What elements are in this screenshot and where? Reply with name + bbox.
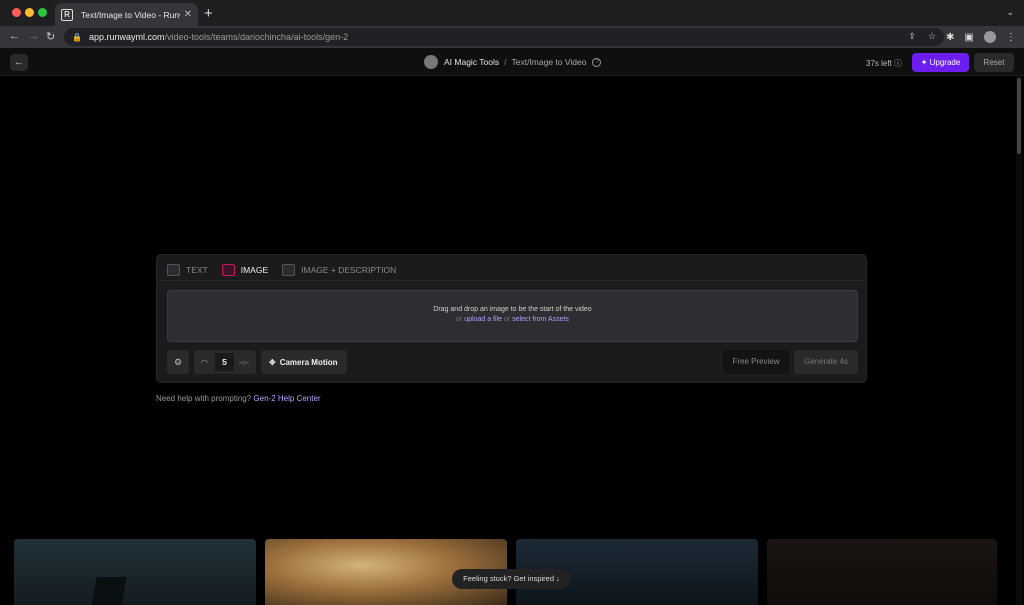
general-motion-control: ◠ 5 -○- [194,350,256,374]
breadcrumb-ai-magic-tools[interactable]: AI Magic Tools [444,57,499,67]
speedometer-icon[interactable]: ◠ [194,358,215,367]
generate-button[interactable]: Generate 4s [794,350,858,374]
breadcrumb-current: Text/Image to Video [511,57,587,67]
dropzone-or-2: or [503,316,511,323]
back-arrow-icon[interactable]: ← [9,30,20,42]
camera-motion-icon: ✥ [269,357,276,367]
get-inspired-button[interactable]: Feeling stuck? Get inspired ↓ [452,569,571,589]
motion-adjust-icon[interactable]: -○- [234,358,254,367]
bookmark-star-icon[interactable]: ☆ [928,31,936,42]
minimize-window-button[interactable] [25,8,34,17]
address-bar[interactable]: 🔒 app.runwayml.com/video-tools/teams/dar… [64,28,944,46]
mode-tabs: TEXT IMAGE IMAGE + DESCRIPTION [167,261,396,281]
tab-text-label: TEXT [186,265,208,275]
dropzone-links: or upload a file or select from Assets [168,316,857,323]
breadcrumb: AI Magic Tools / Text/Image to Video ? [424,55,602,69]
extensions-puzzle-icon[interactable]: ✱ [946,32,954,43]
camera-motion-label: Camera Motion [279,357,338,367]
inspiration-thumbnail[interactable] [14,539,256,605]
back-button[interactable]: ← [10,54,28,71]
share-icon[interactable]: ⇪ [908,31,916,42]
tab-image-label: IMAGE [240,264,269,275]
select-from-assets-link[interactable]: select from Assets [512,316,569,323]
url-path: /video-tools/teams/dariochincha/ai-tools… [164,32,349,42]
breadcrumb-separator: / [504,57,507,67]
text-mode-icon [167,264,180,276]
browser-menu-icon[interactable]: ⋮ [1006,32,1016,43]
image-mode-icon [221,263,235,276]
user-avatar[interactable] [424,55,438,69]
reload-icon[interactable]: ↻ [46,30,55,43]
tab-image-description-label: IMAGE + DESCRIPTION [301,265,397,275]
page-scrollbar-track [1016,76,1022,605]
prompting-help-text: Need help with prompting? [156,394,252,403]
upload-file-link[interactable]: upload a file [464,316,502,323]
controls-row: ⚙ ◠ 5 -○- ✥ Camera Motion Free Preview G… [167,350,858,374]
page-scrollbar-thumb[interactable] [1017,78,1021,154]
tab-image[interactable]: IMAGE [221,261,269,281]
url-host: app.runwayml.com [88,32,165,42]
free-preview-button[interactable]: Free Preview [723,350,789,374]
inspiration-thumbnail[interactable] [767,539,997,605]
settings-sliders-icon[interactable]: ⚙ [167,350,189,374]
tab-title: Text/Image to Video - Runway [81,9,180,20]
help-icon[interactable]: ? [592,57,602,67]
forward-arrow-icon[interactable]: → [28,30,39,42]
gen2-input-panel: TEXT IMAGE IMAGE + DESCRIPTION Drag and … [156,254,867,383]
motion-value[interactable]: 5 [215,353,234,371]
tab-close-icon[interactable]: ✕ [184,9,192,20]
upgrade-label: Upgrade [929,58,961,67]
new-tab-icon[interactable]: + [204,5,213,22]
dropzone-or-1: or [456,316,463,323]
side-panel-icon[interactable]: ▣ [964,32,973,43]
extension-icons: ✱ ▣ ⋮ [946,31,1016,43]
prompting-help: Need help with prompting? Gen-2 Help Cen… [156,394,321,403]
runway-favicon-icon: R [61,8,73,21]
reset-button[interactable]: Reset [974,53,1014,72]
tab-text[interactable]: TEXT [167,261,208,281]
browser-toolbar: ← → ↻ 🔒 app.runwayml.com/video-tools/tea… [0,26,1024,48]
gen2-help-center-link[interactable]: Gen-2 Help Center [253,394,320,403]
close-window-button[interactable] [12,8,21,17]
tab-image-description[interactable]: IMAGE + DESCRIPTION [282,261,396,281]
app-header: ← AI Magic Tools / Text/Image to Video ?… [0,48,1024,76]
thumbnail-silhouette [91,577,127,605]
image-dropzone[interactable]: Drag and drop an image to be the start o… [167,290,858,342]
dropzone-instruction: Drag and drop an image to be the start o… [433,306,592,313]
credits-time-left: 37s left ⓘ [866,59,903,68]
tabs-divider [157,280,866,281]
lock-icon: 🔒 [72,32,82,42]
tab-search-chevron-icon[interactable]: ⌄ [1006,7,1014,18]
sparkle-icon: ✦ [920,58,930,67]
camera-motion-button[interactable]: ✥ Camera Motion [261,350,347,374]
browser-tab-strip: R Text/Image to Video - Runway ✕ + ⌄ [0,0,1024,26]
omnibox-actions: ⇪ ☆ [908,31,936,42]
image-description-mode-icon [282,264,296,276]
upgrade-button[interactable]: ✦ Upgrade [912,53,969,72]
maximize-window-button[interactable] [38,8,47,17]
profile-avatar[interactable] [983,31,996,43]
browser-tab[interactable]: R Text/Image to Video - Runway ✕ [55,3,198,26]
